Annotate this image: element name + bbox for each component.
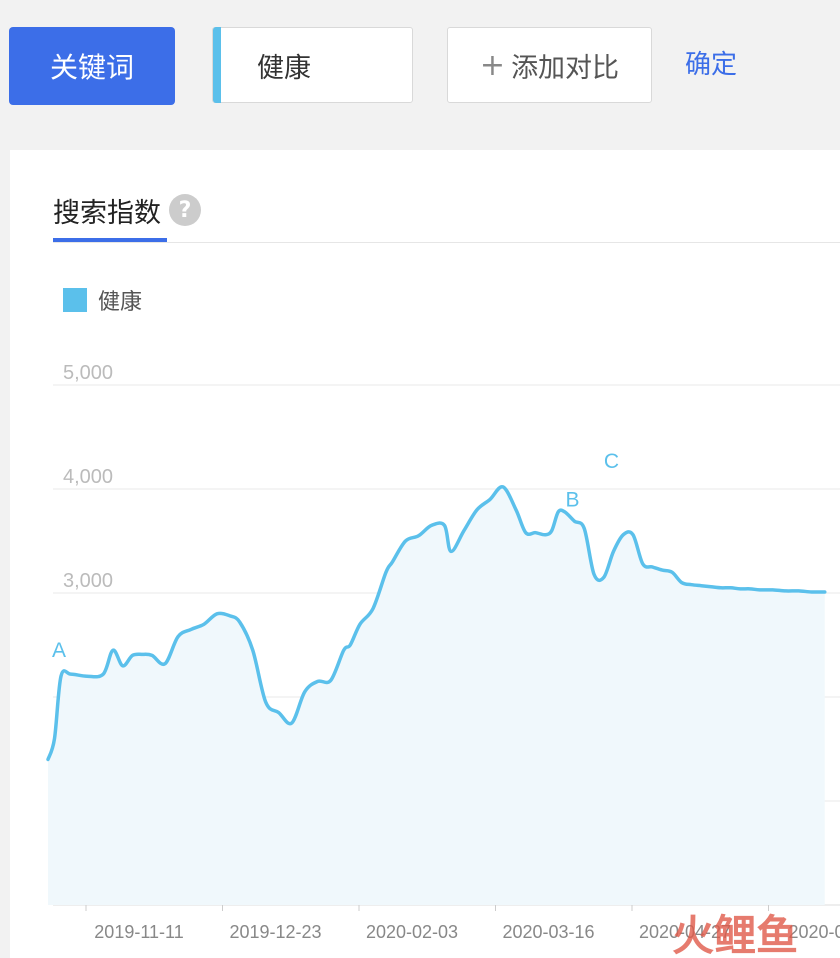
annotation-a: A: [52, 639, 66, 662]
x-tick-label: 2020-02-03: [366, 922, 458, 942]
x-tick-label: 2019-12-23: [229, 922, 321, 942]
annotation-c: C: [604, 450, 619, 473]
series-area: [48, 486, 825, 905]
y-tick-label: 3,000: [63, 570, 113, 592]
x-tick-label: 2019-11-11: [94, 922, 183, 942]
annotation-b: B: [565, 488, 579, 511]
search-index-chart: 1,0002,0003,0004,0005,0002019-11-112019-…: [46, 362, 840, 958]
y-tick-label: 5,000: [63, 362, 113, 384]
y-tick-label: 4,000: [63, 466, 113, 488]
x-tick-label: 2020-03-16: [502, 922, 594, 942]
watermark-logo: 火鲤鱼: [672, 911, 798, 958]
